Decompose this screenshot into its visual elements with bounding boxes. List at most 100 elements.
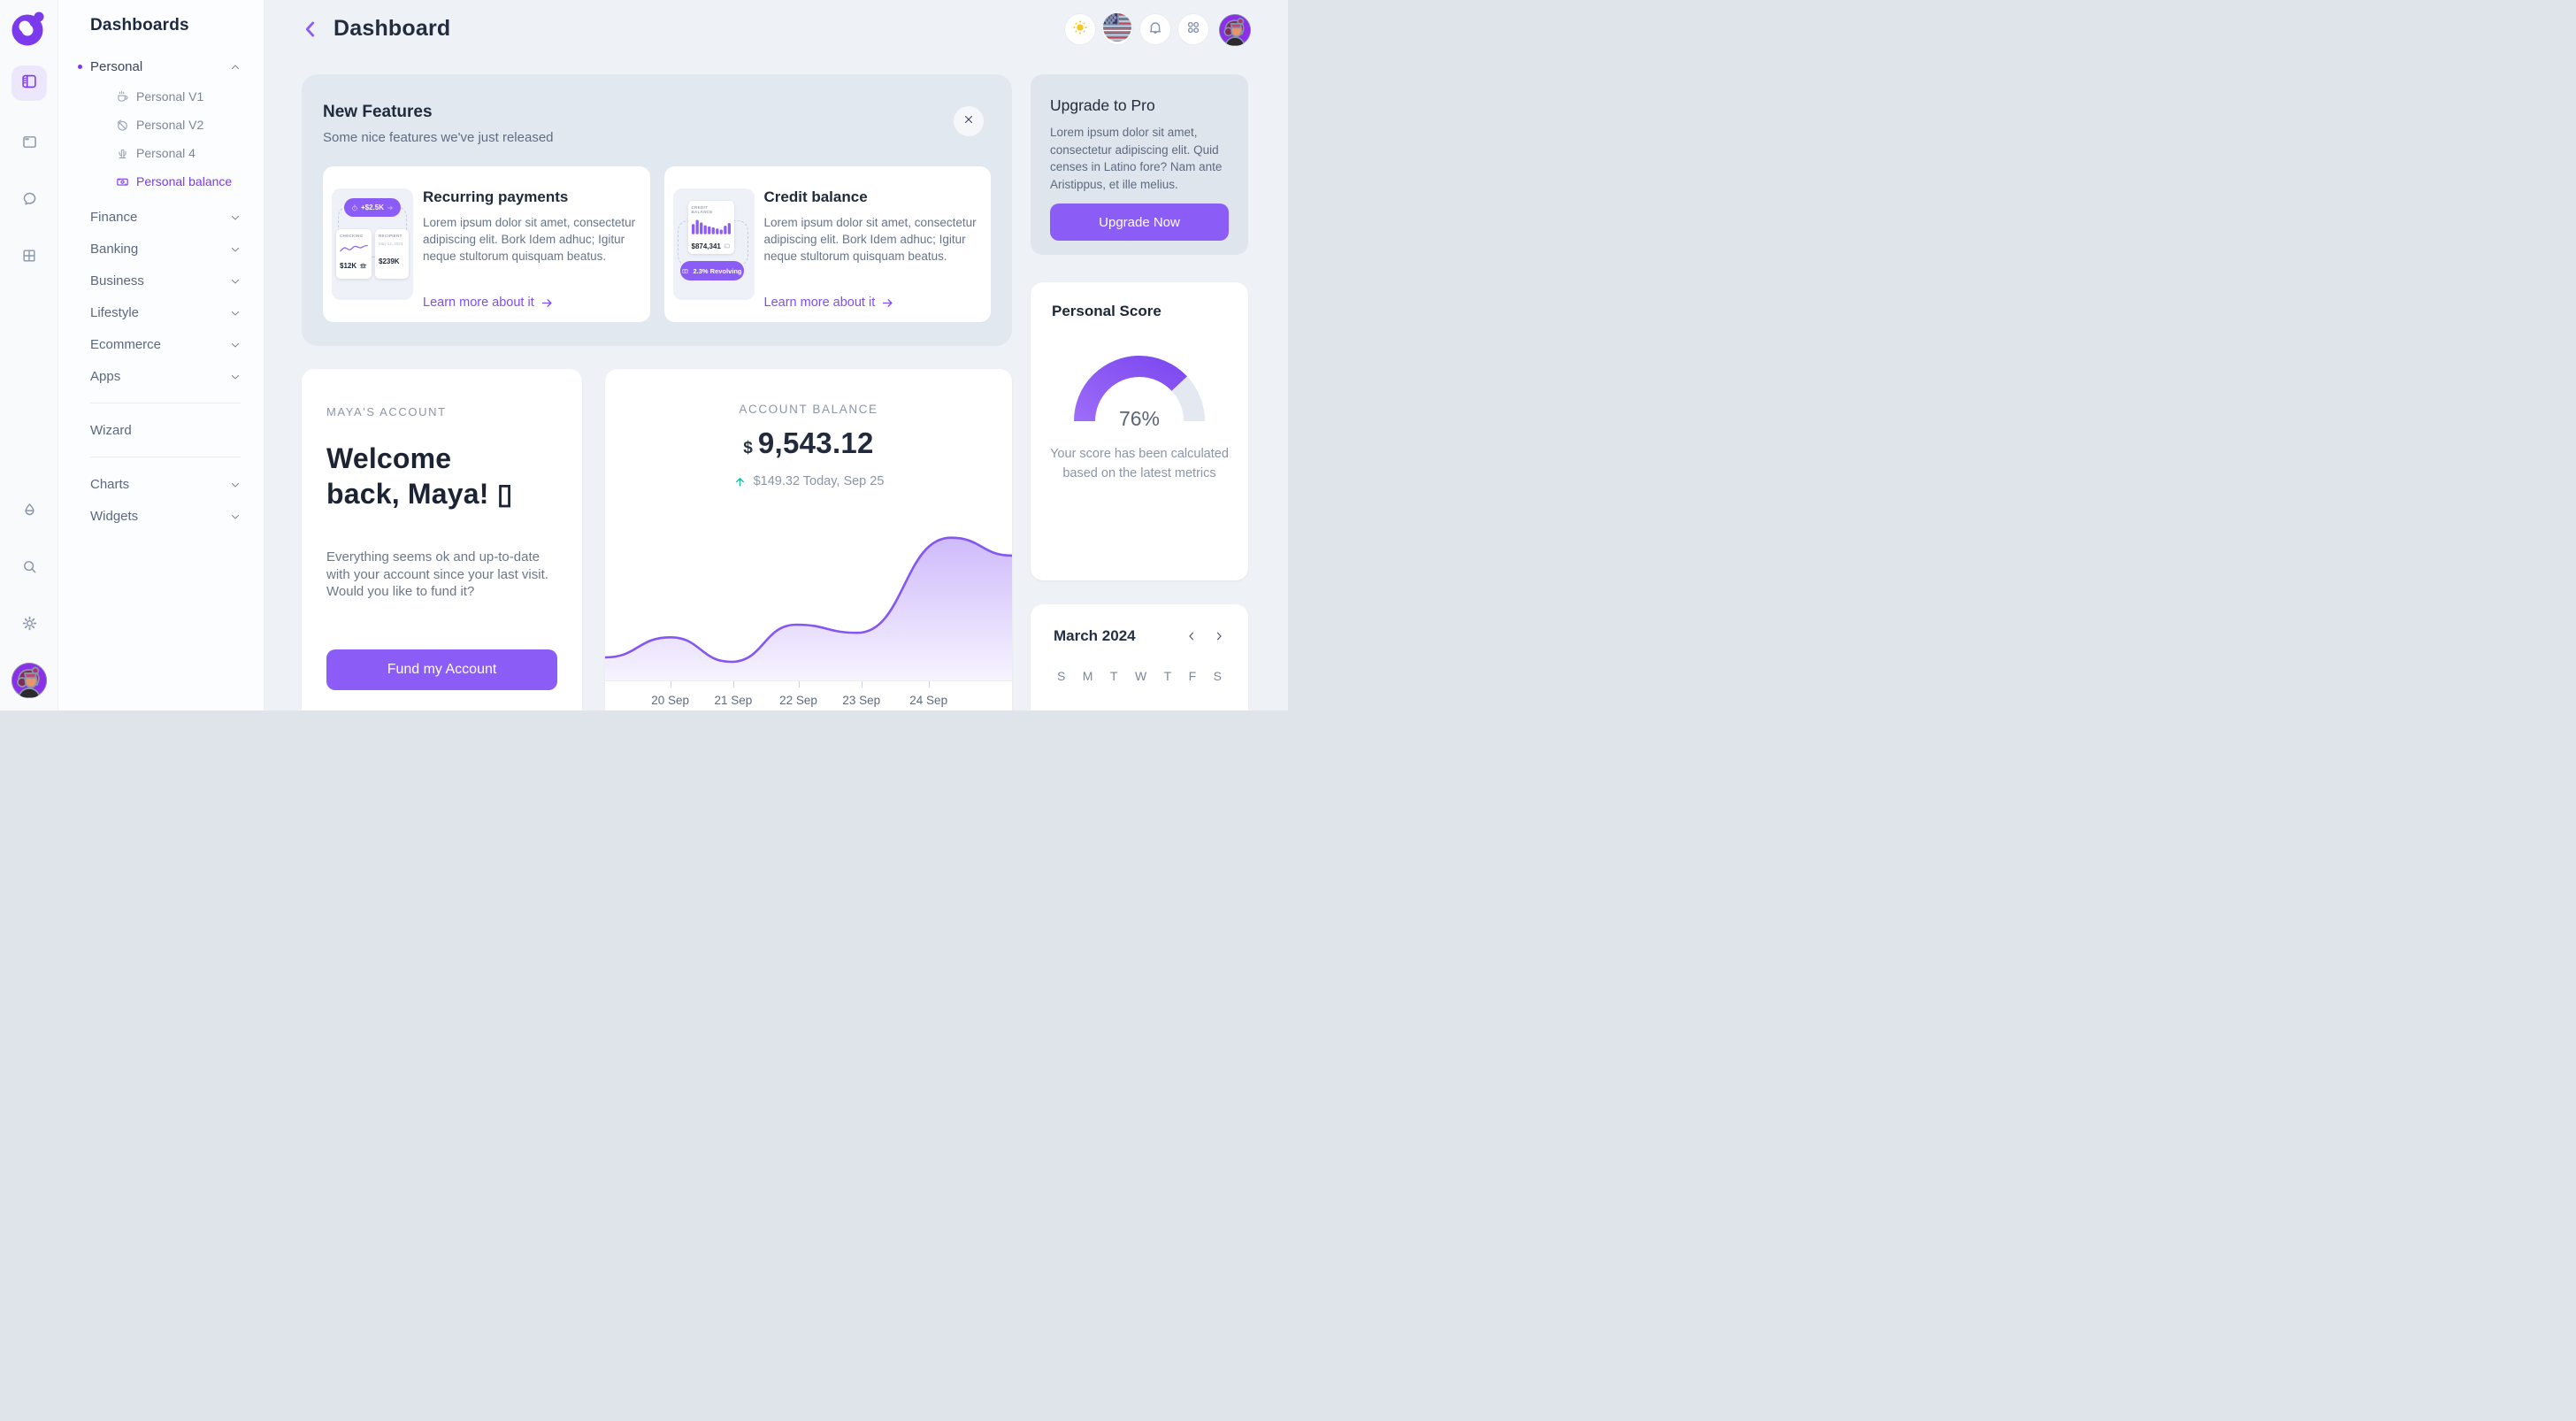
sidebar-section-ecommerce[interactable]: Ecommerce	[90, 328, 241, 360]
arrow-right-icon	[881, 296, 894, 310]
notifications-button[interactable]	[1140, 14, 1170, 44]
sidebar-item-personal-4[interactable]: Personal 4	[90, 139, 241, 167]
sidebar-item-personal-v2[interactable]: Personal V2	[90, 111, 241, 139]
sidebar-layout-icon	[19, 72, 39, 96]
back-button[interactable]	[299, 18, 322, 41]
upgrade-now-button[interactable]: Upgrade Now	[1050, 204, 1229, 241]
sidebar-item-label: Personal V2	[136, 118, 203, 132]
score-gauge: 76%	[1068, 349, 1211, 426]
chevron-down-icon	[230, 479, 241, 489]
apps-grid-icon	[1184, 19, 1202, 41]
rail-item-chat[interactable]	[12, 183, 47, 219]
fund-account-button[interactable]: Fund my Account	[326, 649, 557, 690]
rail-item-tables[interactable]	[12, 240, 47, 275]
score-title: Personal Score	[1031, 282, 1248, 320]
rail-avatar[interactable]	[12, 663, 47, 698]
icon-rail	[0, 0, 58, 710]
score-value: 76%	[1068, 407, 1211, 431]
sidebar-section-lifestyle[interactable]: Lifestyle	[90, 296, 241, 328]
sidebar-section-label: Personal	[90, 59, 230, 74]
language-button[interactable]	[1102, 14, 1132, 44]
window-icon	[20, 133, 39, 156]
balance-amount: $ 9,543.12	[605, 426, 1012, 460]
chat-bubble-icon	[20, 189, 39, 212]
feature-card-recurring-payments: +$2.5K CHECKING $12K RE	[323, 166, 650, 322]
calendar-month-title: March 2024	[1054, 627, 1185, 645]
stopwatch-icon	[351, 204, 358, 211]
new-features-banner: New Features Some nice features we've ju…	[302, 74, 1012, 346]
balance-change: $149.32 Today, Sep 25	[605, 474, 1012, 488]
chevron-down-icon	[230, 275, 241, 286]
sidebar-item-label: Personal 4	[136, 146, 196, 160]
banknote-icon	[115, 174, 130, 189]
apps-menu-button[interactable]	[1178, 14, 1208, 44]
chevron-down-icon	[230, 307, 241, 318]
calendar-prev-button[interactable]	[1185, 630, 1198, 642]
sidebar-title: Dashboards	[90, 16, 241, 35]
welcome-body: Everything seems ok and up-to-date with …	[326, 549, 557, 601]
mini-sparkline	[340, 242, 368, 254]
brand-logo-icon[interactable]	[12, 11, 47, 46]
sidebar-section-business[interactable]: Business	[90, 265, 241, 296]
sidebar-item-label: Personal balance	[136, 174, 232, 188]
calendar-card: March 2024 S M T W T F S	[1031, 604, 1248, 710]
credit-card-icon	[724, 242, 731, 250]
balance-area-chart	[605, 532, 1012, 680]
chevron-down-icon	[230, 243, 241, 254]
recurring-payments-illustration: +$2.5K CHECKING $12K RE	[332, 188, 413, 300]
credit-balance-illustration: CREDIT BALANCE $874,341 2.3% Revolving	[673, 188, 755, 300]
sidebar-section-banking[interactable]: Banking	[90, 233, 241, 265]
back-chevron-icon	[299, 18, 322, 41]
welcome-card: MAYA'S ACCOUNT Welcome back, Maya! ▯ Eve…	[302, 369, 582, 710]
us-flag-icon	[1102, 12, 1132, 47]
calendar-next-button[interactable]	[1213, 630, 1225, 642]
arrow-right-icon	[540, 296, 554, 310]
x-tick-label: 20 Sep	[651, 694, 689, 707]
theme-toggle-button[interactable]	[1065, 14, 1095, 44]
mini-card-checking: CHECKING $12K	[336, 229, 372, 279]
gear-icon	[20, 614, 39, 637]
user-avatar[interactable]	[1219, 14, 1251, 46]
arrow-right-icon	[387, 204, 394, 211]
x-tick-label: 21 Sep	[714, 694, 752, 707]
sidebar-item-wizard[interactable]: Wizard	[90, 414, 241, 446]
rail-item-settings[interactable]	[12, 608, 47, 643]
upgrade-body: Lorem ipsum dolor sit amet, consectetur …	[1050, 124, 1229, 193]
sidebar-item-personal-balance[interactable]: Personal balance	[90, 167, 241, 196]
upgrade-title: Upgrade to Pro	[1050, 96, 1229, 115]
personal-score-card: Personal Score 76% Your score has been c…	[1031, 282, 1248, 580]
feature-body: Lorem ipsum dolor sit amet, consectetur …	[423, 214, 636, 265]
grid-table-icon	[20, 247, 38, 269]
banknote-icon	[681, 267, 689, 275]
arrow-up-icon	[733, 475, 747, 488]
x-tick-label: 22 Sep	[779, 694, 817, 707]
sidebar-item-personal-v1[interactable]: Personal V1	[90, 82, 241, 111]
feature-learn-more-link[interactable]: Learn more about it	[764, 296, 978, 310]
mini-card-recipient: RECIPIENT May 12, 2023 $239K	[375, 229, 409, 279]
bell-icon	[1146, 19, 1164, 41]
rail-item-search[interactable]	[12, 551, 47, 587]
mini-card-credit-balance: CREDIT BALANCE $874,341	[688, 201, 734, 254]
close-icon	[962, 113, 975, 130]
sidebar-section-apps[interactable]: Apps	[90, 360, 241, 392]
search-icon	[20, 557, 39, 580]
welcome-title: Welcome back, Maya! ▯	[326, 441, 557, 511]
rail-item-dashboards[interactable]	[12, 65, 47, 101]
welcome-eyebrow: MAYA'S ACCOUNT	[326, 405, 557, 419]
balance-eyebrow: ACCOUNT BALANCE	[605, 403, 1012, 416]
sidebar-section-personal[interactable]: Personal	[90, 50, 241, 82]
feature-body: Lorem ipsum dolor sit amet, consectetur …	[764, 214, 978, 265]
pie-disc-icon	[115, 118, 130, 133]
sidebar-section-charts[interactable]: Charts	[90, 468, 241, 500]
sidebar-section-widgets[interactable]: Widgets	[90, 500, 241, 532]
active-section-bullet	[78, 65, 82, 69]
banner-close-button[interactable]	[954, 106, 984, 136]
score-description: Your score has been calculated based on …	[1046, 445, 1233, 483]
sidebar-section-finance[interactable]: Finance	[90, 201, 241, 233]
rail-item-windows[interactable]	[12, 127, 47, 162]
currency-symbol: $	[743, 439, 753, 458]
rail-item-drop[interactable]	[12, 495, 47, 530]
bank-icon	[359, 262, 367, 270]
calendar-weekday-header: S M T W T F S	[1054, 669, 1225, 683]
feature-learn-more-link[interactable]: Learn more about it	[423, 296, 636, 310]
